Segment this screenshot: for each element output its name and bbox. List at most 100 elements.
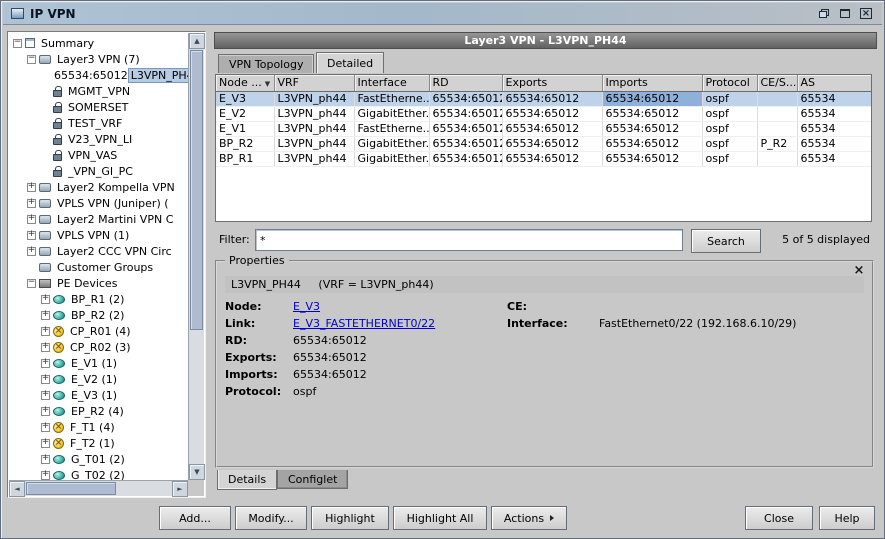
close-button[interactable]: Close (745, 506, 813, 530)
expander-icon[interactable] (27, 199, 36, 208)
expander-icon[interactable] (27, 55, 36, 64)
expander-icon[interactable] (27, 247, 36, 256)
expander-icon[interactable] (41, 407, 50, 416)
restore-window-icon[interactable] (816, 7, 832, 21)
expander-icon[interactable] (27, 215, 36, 224)
cell[interactable]: GigabitEther... (354, 136, 429, 151)
tree-item-customer-groups[interactable]: Customer Groups (9, 259, 188, 275)
expander-icon[interactable] (41, 375, 50, 384)
scrollbar-thumb[interactable] (26, 482, 116, 495)
cell[interactable]: ospf (702, 91, 757, 106)
window-titlebar[interactable]: IP VPN (3, 3, 882, 25)
tree-item-ep-r2[interactable]: EP_R2 (4) (9, 403, 188, 419)
cell[interactable]: 65534:65012 (429, 121, 502, 136)
cell[interactable] (757, 121, 797, 136)
scroll-down-icon[interactable] (189, 464, 205, 480)
cell[interactable]: FastEtherne... (354, 91, 429, 106)
cell[interactable]: 65534:65012 (502, 136, 602, 151)
expander-icon[interactable] (41, 471, 50, 480)
cell[interactable]: GigabitEther... (354, 106, 429, 121)
cell[interactable]: ospf (702, 151, 757, 166)
col-interface[interactable]: Interface (354, 75, 429, 91)
cell[interactable]: E_V3 (216, 91, 274, 106)
cell[interactable]: L3VPN_ph44 (274, 106, 354, 121)
cell[interactable]: 65534 (797, 136, 871, 151)
tree-item-layer2-ccc[interactable]: Layer2 CCC VPN Circ (9, 243, 188, 259)
cell[interactable]: ospf (702, 136, 757, 151)
cell[interactable]: 65534 (797, 106, 871, 121)
expander-icon[interactable] (41, 295, 50, 304)
cell[interactable]: 65534 (797, 91, 871, 106)
scroll-left-icon[interactable] (9, 481, 25, 497)
tab-configlet[interactable]: Configlet (277, 470, 348, 489)
close-window-icon[interactable] (858, 7, 874, 21)
cell[interactable]: L3VPN_ph44 (274, 136, 354, 151)
tree-item-mgmt-vpn[interactable]: MGMT_VPN (9, 83, 188, 99)
scroll-up-icon[interactable] (189, 33, 205, 49)
col-ce-site[interactable]: CE/S... (757, 75, 797, 91)
expander-icon[interactable] (41, 391, 50, 400)
table-row-e-v3[interactable]: E_V3 L3VPN_ph44 FastEtherne... 65534:650… (216, 91, 871, 106)
tree-item-vpn-vas[interactable]: VPN_VAS (9, 147, 188, 163)
tree-item-layer2-kompella[interactable]: Layer2 Kompella VPN (9, 179, 188, 195)
highlight-all-button[interactable]: Highlight All (393, 506, 487, 530)
modify-button[interactable]: Modify... (235, 506, 307, 530)
cell[interactable]: 65534:65012 (429, 106, 502, 121)
tab-detailed[interactable]: Detailed (316, 52, 384, 73)
close-properties-icon[interactable]: × (852, 263, 866, 277)
tree-item-somerset[interactable]: SOMERSET (9, 99, 188, 115)
cell[interactable]: GigabitEther... (354, 151, 429, 166)
expander-icon[interactable] (27, 183, 36, 192)
tree-item-layer3-vpn[interactable]: Layer3 VPN (7) (9, 51, 188, 67)
cell[interactable]: 65534:65012 (502, 121, 602, 136)
cell[interactable]: L3VPN_ph44 (274, 91, 354, 106)
table-row-bp-r1[interactable]: BP_R1 L3VPN_ph44 GigabitEther... 65534:6… (216, 151, 871, 166)
tree-item-vpls-juniper[interactable]: VPLS VPN (Juniper) ( (9, 195, 188, 211)
cell-focused[interactable]: 65534:65012 (602, 91, 702, 106)
col-imports[interactable]: Imports (602, 75, 702, 91)
tree-horizontal-scrollbar[interactable] (9, 480, 188, 496)
tree-vertical-scrollbar[interactable] (188, 33, 204, 480)
cell[interactable] (757, 106, 797, 121)
scroll-right-icon[interactable] (172, 481, 188, 497)
cell[interactable]: P_R2 (757, 136, 797, 151)
table-row-e-v2[interactable]: E_V2 L3VPN_ph44 GigabitEther... 65534:65… (216, 106, 871, 121)
expander-icon[interactable] (41, 359, 50, 368)
selected-tree-label[interactable]: L3VPN_PH44 (128, 68, 188, 83)
tree-item-f-t1[interactable]: F_T1 (4) (9, 419, 188, 435)
table-row-bp-r2[interactable]: BP_R2 L3VPN_ph44 GigabitEther... 65534:6… (216, 136, 871, 151)
cell[interactable]: 65534:65012 (502, 91, 602, 106)
cell[interactable]: FastEtherne... (354, 121, 429, 136)
expander-icon[interactable] (41, 423, 50, 432)
expander-icon[interactable] (41, 343, 50, 352)
tree-item-cp-r01[interactable]: CP_R01 (4) (9, 323, 188, 339)
expander-icon[interactable] (41, 439, 50, 448)
expander-icon[interactable] (13, 39, 22, 48)
help-button[interactable]: Help (819, 506, 875, 530)
tree-item-e-v3[interactable]: E_V3 (1) (9, 387, 188, 403)
cell[interactable]: 65534 (797, 121, 871, 136)
cell[interactable]: ospf (702, 106, 757, 121)
cell[interactable]: E_V1 (216, 121, 274, 136)
tree-item-bp-r2[interactable]: BP_R2 (2) (9, 307, 188, 323)
cell[interactable]: E_V2 (216, 106, 274, 121)
col-protocol[interactable]: Protocol (702, 75, 757, 91)
tree-item-g-t02[interactable]: G_T02 (2) (9, 467, 188, 480)
cell[interactable]: BP_R2 (216, 136, 274, 151)
tree-item-vpls-vpn[interactable]: VPLS VPN (1) (9, 227, 188, 243)
expander-icon[interactable] (27, 279, 36, 288)
link-link[interactable]: E_V3_FASTETHERNET0/22 (293, 317, 435, 330)
cell[interactable]: L3VPN_ph44 (274, 121, 354, 136)
tree-item-l3vpn-ph44[interactable]: 65534:65012L3VPN_PH44 (9, 67, 188, 83)
add-button[interactable]: Add... (159, 506, 231, 530)
cell[interactable]: L3VPN_ph44 (274, 151, 354, 166)
tree-item-summary[interactable]: Summary (9, 35, 188, 51)
tree-item-bp-r1[interactable]: BP_R1 (2) (9, 291, 188, 307)
expander-icon[interactable] (27, 231, 36, 240)
cell[interactable]: 65534 (797, 151, 871, 166)
actions-menu-button[interactable]: Actions (491, 506, 567, 530)
tree-item-g-t01[interactable]: G_T01 (2) (9, 451, 188, 467)
table-row-e-v1[interactable]: E_V1 L3VPN_ph44 FastEtherne... 65534:650… (216, 121, 871, 136)
cell[interactable]: 65534:65012 (602, 151, 702, 166)
cell[interactable]: 65534:65012 (602, 106, 702, 121)
